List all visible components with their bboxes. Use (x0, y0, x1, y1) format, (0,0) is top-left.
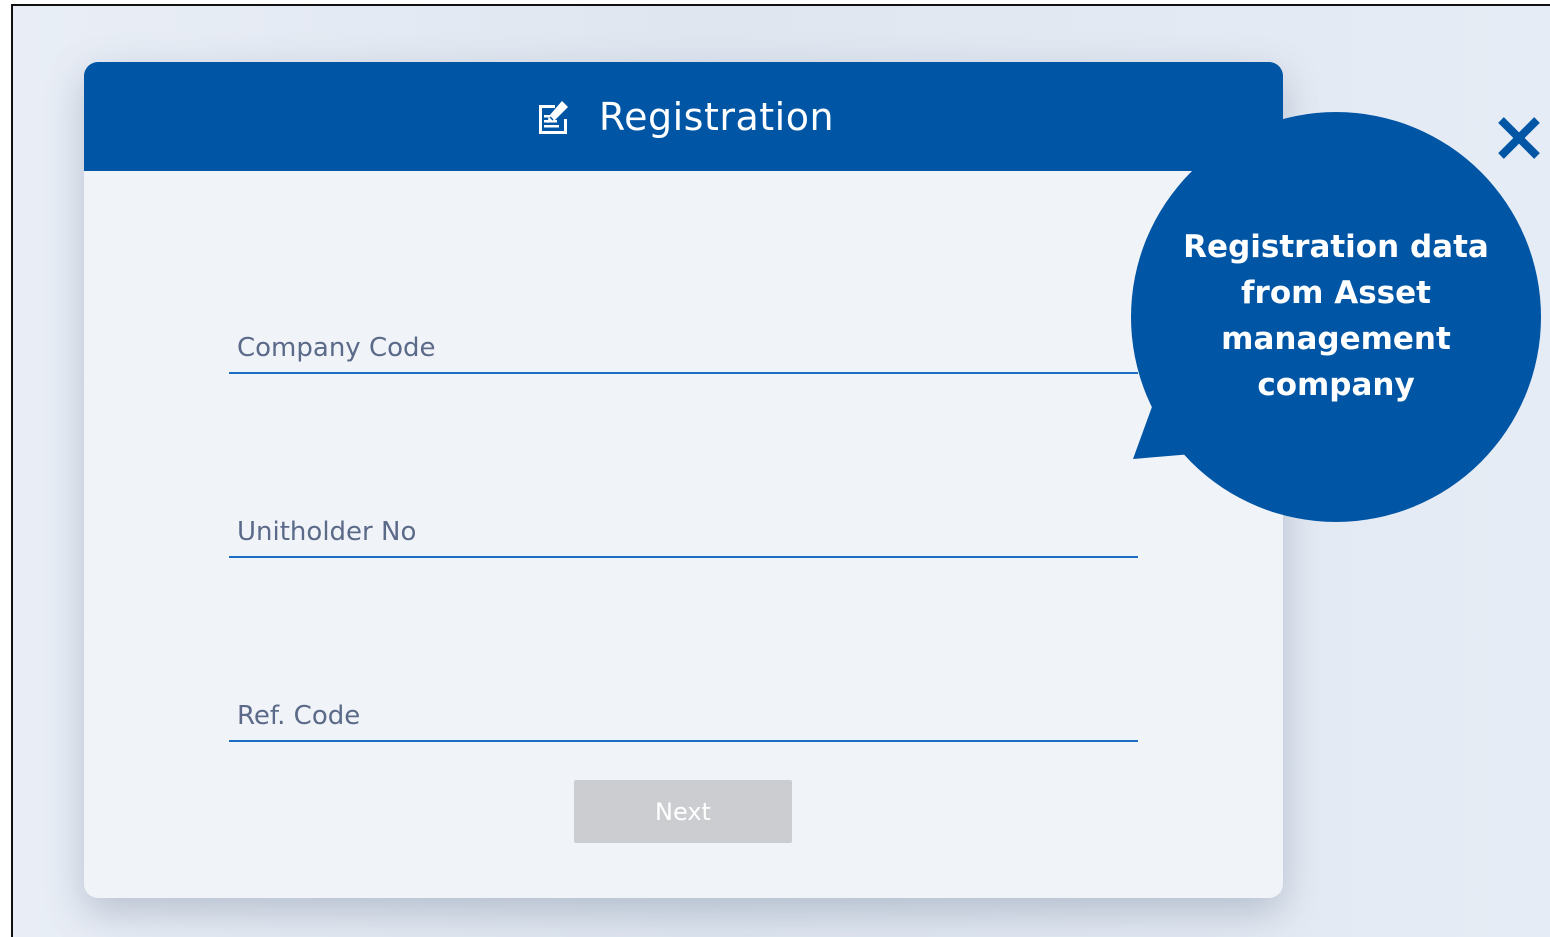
info-speech-bubble: Registration data from Asset management … (1131, 112, 1541, 522)
unitholder-no-input[interactable] (229, 508, 1138, 558)
close-icon[interactable] (1493, 112, 1545, 164)
next-button[interactable]: Next (574, 780, 792, 843)
dialog-header: Registration (84, 62, 1283, 171)
dialog-title: Registration (598, 94, 835, 139)
company-code-input[interactable] (229, 324, 1138, 374)
tooltip-text: Registration data from Asset management … (1183, 229, 1489, 403)
edit-document-icon (538, 100, 568, 134)
page-background: Registration Next Registration data from… (11, 4, 1550, 937)
ref-code-input[interactable] (229, 692, 1138, 742)
registration-dialog: Registration Next (84, 62, 1283, 898)
